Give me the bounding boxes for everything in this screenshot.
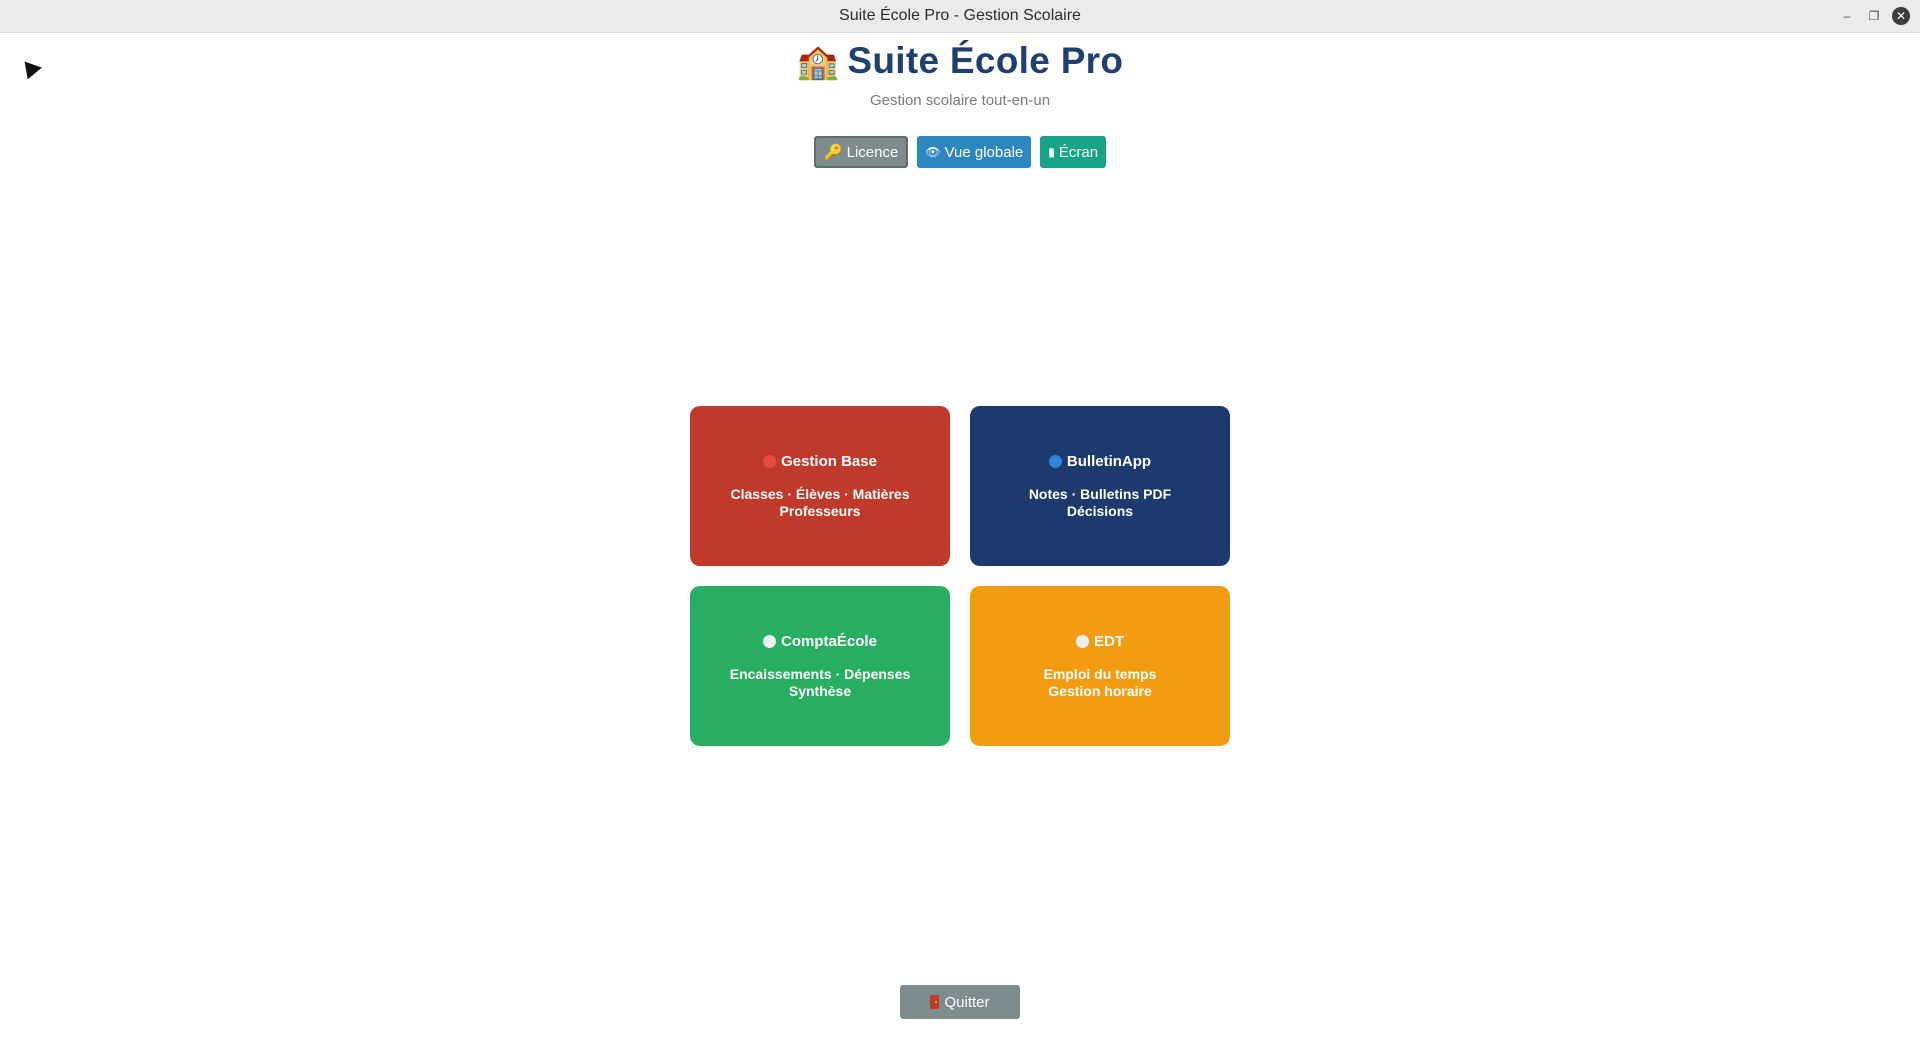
white-circle-icon: [1076, 634, 1089, 648]
module-title-text: EDT: [1094, 632, 1124, 650]
module-title: Gestion Base: [763, 453, 877, 470]
module-title-text: Gestion Base: [781, 452, 877, 470]
module-card-bulletinapp[interactable]: BulletinApp Notes · Bulletins PDF Décisi…: [970, 406, 1230, 566]
module-card-comptaecole[interactable]: ComptaÉcole Encaissements · Dépenses Syn…: [690, 586, 950, 746]
module-description: Classes · Élèves · Matières: [730, 485, 910, 502]
school-icon: 🏫: [796, 43, 840, 81]
module-title: ComptaÉcole: [763, 633, 877, 650]
maximize-button[interactable]: ❐: [1864, 6, 1884, 26]
eye-icon: 👁: [925, 145, 941, 159]
page-subtitle: Gestion scolaire tout-en-un: [869, 92, 1051, 109]
module-description-line2: Gestion horaire: [1048, 682, 1152, 699]
ecran-button[interactable]: ▮ Écran: [1040, 136, 1107, 168]
window-title: Suite École Pro - Gestion Scolaire: [839, 7, 1081, 24]
door-icon: [930, 995, 940, 1009]
blue-circle-icon: [1048, 454, 1062, 468]
quit-label: Quitter: [944, 993, 990, 1011]
module-card-gestion-base[interactable]: Gestion Base Classes · Élèves · Matières…: [690, 406, 950, 566]
module-description-line2: Décisions: [1066, 502, 1134, 519]
key-icon: 🔑: [823, 144, 843, 161]
phone-icon: ▮: [1048, 145, 1055, 159]
app-title: Suite École Pro: [847, 40, 1124, 81]
close-button[interactable]: ✕: [1892, 7, 1910, 25]
module-card-edt[interactable]: EDT Emploi du temps Gestion horaire: [970, 586, 1230, 746]
vue-globale-button[interactable]: 👁 Vue globale: [917, 136, 1032, 168]
module-title: EDT: [1076, 633, 1124, 650]
module-title-text: ComptaÉcole: [781, 632, 877, 650]
module-title: BulletinApp: [1048, 452, 1152, 470]
red-circle-icon: [763, 454, 777, 468]
module-description-line2: Professeurs: [779, 502, 861, 519]
vue-globale-label: Vue globale: [944, 143, 1024, 161]
ecran-label: Écran: [1058, 143, 1099, 161]
module-description: Notes · Bulletins PDF: [1028, 485, 1172, 502]
licence-button[interactable]: 🔑 Licence: [813, 136, 909, 168]
white-circle-icon: [763, 634, 777, 648]
page-title: 🏫 Suite École Pro: [0, 40, 1920, 82]
module-description: Emploi du temps: [1043, 665, 1157, 682]
top-toolbar: 🔑 Licence 👁 Vue globale ▮ Écran: [0, 136, 1920, 168]
quit-button[interactable]: Quitter: [900, 985, 1020, 1019]
window-titlebar: Suite École Pro - Gestion Scolaire – ❐ ✕: [0, 0, 1920, 33]
module-description: Encaissements · Dépenses: [729, 665, 911, 682]
licence-label: Licence: [846, 143, 899, 161]
module-title-text: BulletinApp: [1066, 452, 1152, 470]
module-grid: Gestion Base Classes · Élèves · Matières…: [690, 406, 1230, 746]
module-description-line2: Synthèse: [788, 682, 852, 699]
minimize-button[interactable]: –: [1837, 6, 1857, 26]
